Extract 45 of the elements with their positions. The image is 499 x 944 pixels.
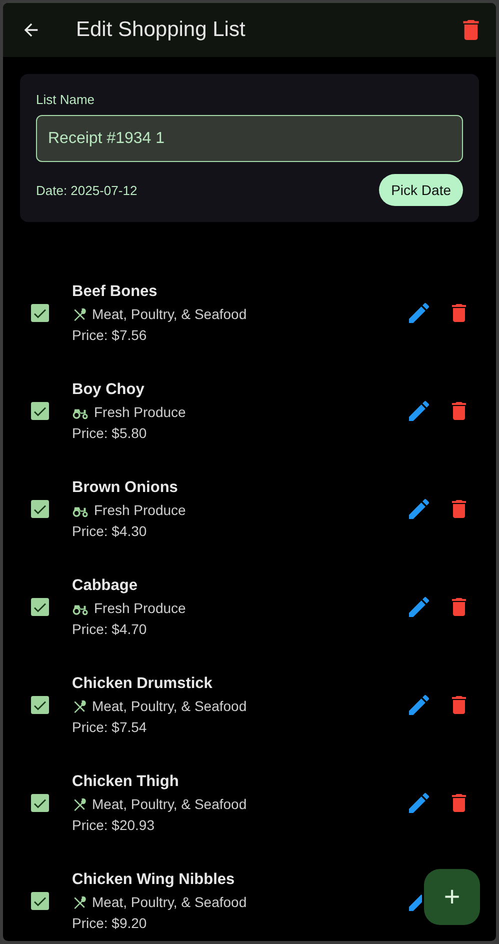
category-text: Meat, Poultry, & Seafood — [92, 698, 247, 714]
checkbox[interactable] — [31, 794, 49, 812]
utensils-icon — [72, 894, 87, 910]
price-text: Price: $4.70 — [72, 621, 148, 637]
edit-icon[interactable] — [408, 792, 430, 814]
edit-icon[interactable] — [408, 498, 430, 520]
add-button[interactable]: + — [424, 869, 480, 925]
item-name: Beef Bones — [72, 283, 158, 301]
item-name: Chicken Thigh — [72, 773, 180, 791]
item-name: Brown Onions — [72, 479, 179, 497]
field-label: List Name — [36, 92, 96, 107]
price-text: Price: $4.30 — [72, 523, 148, 539]
checkbox[interactable] — [31, 500, 49, 518]
checkbox[interactable] — [31, 892, 49, 910]
utensils-icon — [72, 698, 87, 714]
category-text: Meat, Poultry, & Seafood — [92, 306, 247, 322]
price-text: Price: $7.54 — [72, 719, 148, 735]
checkbox[interactable] — [31, 402, 49, 420]
date-text: Date: 2025-07-12 — [36, 182, 138, 198]
edit-icon[interactable] — [408, 400, 430, 422]
category-text: Fresh Produce — [94, 502, 186, 518]
utensils-icon — [72, 306, 87, 322]
checkbox[interactable] — [31, 598, 49, 616]
pick-date-button[interactable]: Pick Date — [379, 174, 463, 206]
edit-icon[interactable] — [408, 302, 430, 324]
category-text: Fresh Produce — [94, 600, 186, 616]
item-name: Chicken Drumstick — [72, 675, 214, 693]
item-name: Cabbage — [72, 577, 138, 595]
checkbox[interactable] — [31, 304, 49, 322]
edit-icon[interactable] — [408, 596, 430, 618]
price-text: Price: $7.56 — [72, 327, 148, 343]
category-text: Fresh Produce — [94, 404, 186, 420]
category-text: Meat, Poultry, & Seafood — [92, 894, 247, 910]
checkbox[interactable] — [31, 696, 49, 714]
screen-title: Edit Shopping List — [76, 18, 246, 42]
item-name: Chicken Wing Nibbles — [72, 871, 236, 889]
delete-icon[interactable] — [462, 20, 480, 40]
price-text: Price: $9.20 — [72, 915, 148, 931]
list-name-field[interactable]: Receipt #1934 1 — [36, 115, 463, 162]
price-text: Price: $5.80 — [72, 425, 148, 441]
utensils-icon — [72, 796, 87, 812]
price-text: Price: $20.93 — [72, 817, 156, 833]
category-text: Meat, Poultry, & Seafood — [92, 796, 247, 812]
item-name: Boy Choy — [72, 381, 146, 399]
edit-icon[interactable] — [408, 694, 430, 716]
